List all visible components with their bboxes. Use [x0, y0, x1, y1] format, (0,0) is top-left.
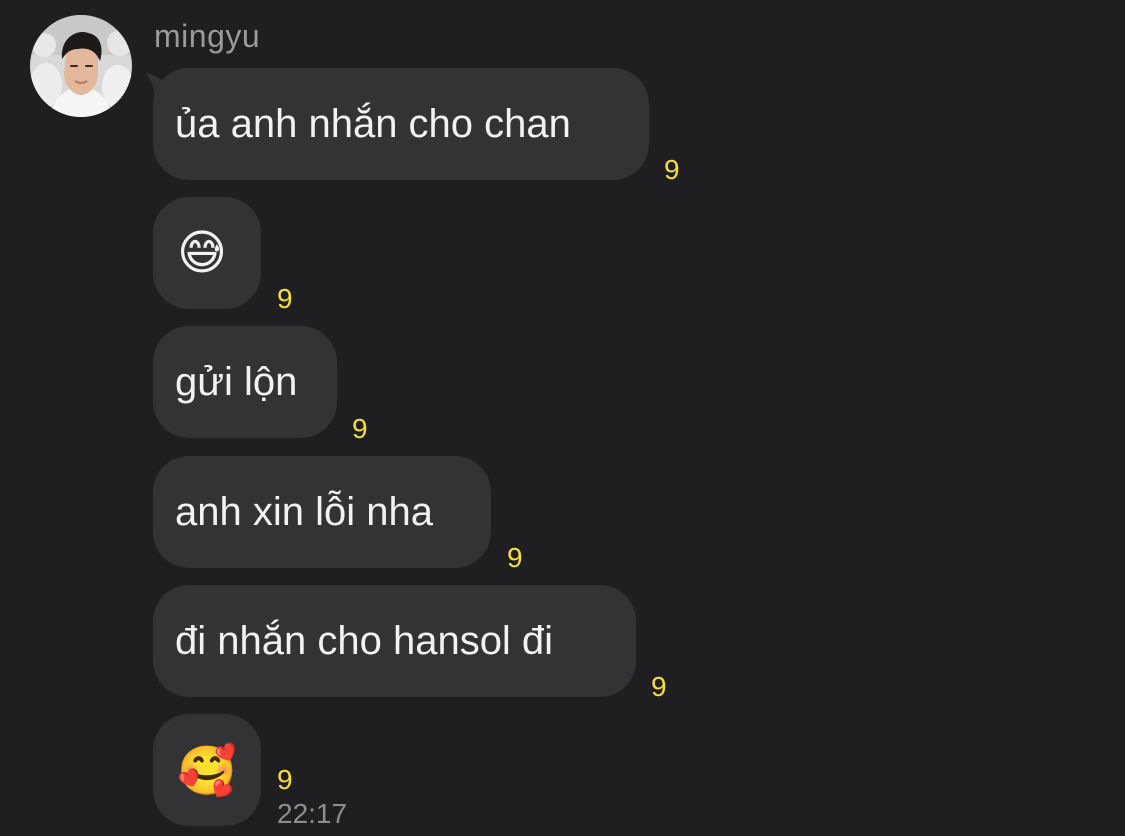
unread-count: 9	[277, 283, 293, 314]
sender-avatar[interactable]	[30, 15, 132, 117]
avatar-photo-icon	[30, 15, 132, 117]
unread-count: 9	[664, 154, 680, 185]
message-text: đi nhắn cho hansol đi	[175, 618, 554, 663]
message-bubble[interactable]: gửi lộn	[153, 326, 337, 438]
smiling-hearts-emoji: 🥰	[177, 744, 237, 798]
message-bubble[interactable]: anh xin lỗi nha	[153, 456, 491, 568]
unread-count: 9	[651, 671, 667, 702]
message-bubble[interactable]: ủa anh nhắn cho chan	[153, 68, 649, 180]
message-bubble[interactable]: 🥰	[153, 714, 261, 826]
message-text: anh xin lỗi nha	[175, 489, 433, 534]
message-text: ủa anh nhắn cho chan	[175, 101, 571, 146]
unread-count: 9	[352, 413, 368, 444]
sender-name: mingyu	[154, 18, 261, 54]
message-timestamp: 22:17	[277, 798, 348, 829]
message-bubble[interactable]: 😅	[153, 197, 261, 309]
unread-count: 9	[507, 542, 523, 573]
unread-count: 9	[277, 764, 293, 795]
message-text: gửi lộn	[175, 359, 298, 404]
message-bubble[interactable]: đi nhắn cho hansol đi	[153, 585, 636, 697]
grinning-sweat-emoji: 😅	[177, 227, 228, 280]
